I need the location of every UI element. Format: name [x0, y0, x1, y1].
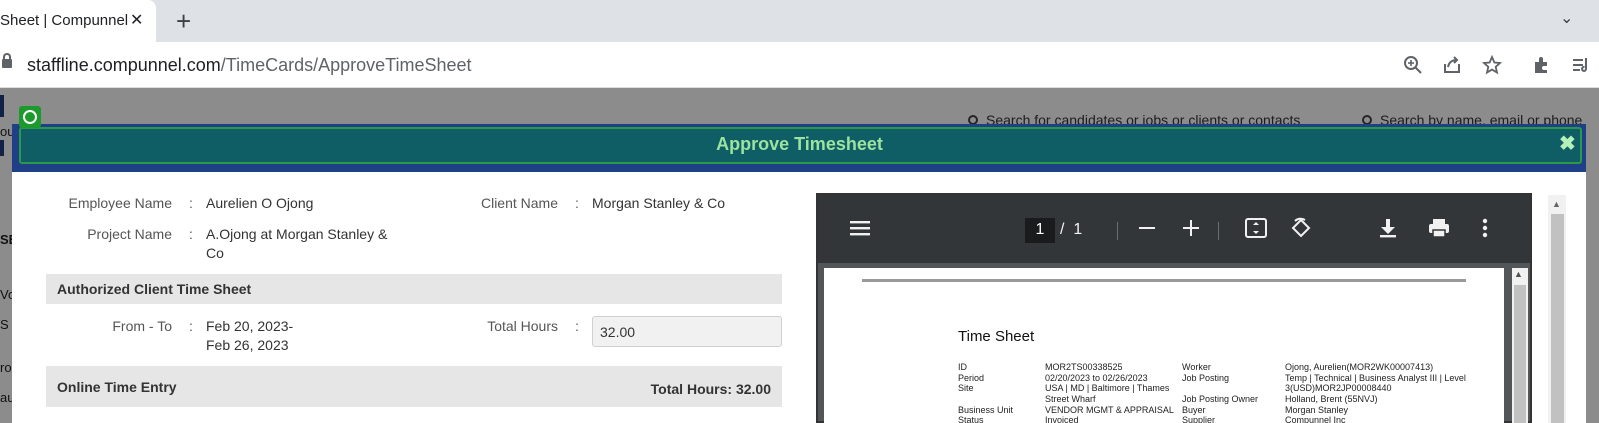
colon: : — [575, 318, 579, 334]
pdf-scrollbar-thumb[interactable] — [1514, 285, 1526, 423]
pdf-row-4-val1: VENDOR MGMT & APPRAISAL — [1045, 405, 1174, 415]
colon: : — [189, 226, 193, 242]
project-name-line1: A.Ojong at Morgan Stanley & — [206, 226, 388, 242]
pdf-row-0-key1: ID — [958, 362, 967, 372]
pdf-row-5-val2: Compunnel Inc — [1285, 415, 1346, 423]
url-host: staffline.compunnel.com — [27, 55, 221, 75]
pdf-row-3-val1: Street Wharf — [1045, 394, 1096, 404]
url-field[interactable]: staffline.compunnel.com/TimeCards/Approv… — [27, 55, 472, 76]
menu-icon[interactable] — [849, 217, 871, 245]
rotate-icon[interactable] — [1289, 217, 1313, 245]
toolbar-divider — [1218, 222, 1219, 240]
zoom-in-icon[interactable] — [1181, 217, 1201, 245]
client-name-value: Morgan Stanley & Co — [592, 195, 726, 211]
pdf-row-1-val1: 02/20/2023 to 02/26/2023 — [1045, 373, 1148, 383]
pdf-row-2-key1: Site — [958, 383, 974, 393]
pdf-doc-title: Time Sheet — [958, 328, 1035, 345]
extensions-icon[interactable] — [1532, 55, 1552, 80]
pdf-row-1-key1: Period — [958, 373, 985, 383]
project-name-line2: Co — [206, 245, 224, 261]
employee-name-value: Aurelien O Ojong — [206, 195, 314, 211]
pdf-row-4-val2: Morgan Stanley — [1285, 405, 1349, 415]
authorized-section-title: Authorized Client Time Sheet — [57, 281, 252, 297]
pdf-row-3-key2: Job Posting Owner — [1182, 394, 1259, 404]
tab-close-icon[interactable]: ✕ — [130, 10, 143, 30]
scroll-up-arrow-icon[interactable]: ▲ — [1514, 269, 1523, 279]
pdf-row-1-key2: Job Posting — [1182, 373, 1230, 383]
new-tab-button[interactable]: + — [176, 6, 191, 37]
media-icon[interactable] — [1571, 55, 1591, 80]
url-path: /TimeCards/ApproveTimeSheet — [220, 55, 472, 75]
pdf-page-total: / 1 — [1060, 221, 1083, 238]
project-name-label: Project Name — [87, 226, 172, 242]
target-badge-icon[interactable] — [19, 106, 41, 128]
pdf-row-5-key1: Status — [958, 415, 984, 423]
pdf-row-4-key2: Buyer — [1182, 405, 1206, 415]
pdf-page-rule — [862, 279, 1466, 282]
pdf-row-0-val1: MOR2TS00338525 — [1045, 362, 1123, 372]
tab-search-chevron-icon[interactable]: ⌄ — [1560, 8, 1573, 28]
pdf-row-2-val2: 3(USD)MOR2JP00008440 — [1285, 383, 1392, 393]
pdf-page — [824, 268, 1504, 423]
zoom-out-icon[interactable] — [1137, 217, 1157, 245]
employee-name-label: Employee Name — [68, 195, 173, 211]
download-icon[interactable] — [1377, 217, 1399, 245]
more-icon[interactable] — [1480, 217, 1490, 245]
total-hours-label: Total Hours — [487, 318, 558, 334]
from-date: Feb 20, 2023- — [206, 318, 294, 334]
print-icon[interactable] — [1427, 217, 1451, 245]
colon: : — [189, 195, 193, 211]
pdf-row-4-key1: Business Unit — [958, 405, 1014, 415]
to-date: Feb 26, 2023 — [206, 337, 289, 353]
from-to-label: From - To — [112, 318, 172, 334]
tab-title: Sheet | Compunnel — [0, 12, 129, 29]
total-hours-input[interactable]: 32.00 — [592, 316, 782, 347]
pdf-page-input[interactable]: 1 — [1025, 218, 1055, 243]
pdf-row-3-val2: Holland, Brent (55NVJ) — [1285, 394, 1378, 404]
share-icon[interactable] — [1442, 55, 1462, 80]
browser-tab[interactable]: Sheet | Compunnel ✕ — [0, 0, 156, 42]
pdf-row-5-val1: Invoiced — [1045, 415, 1079, 423]
lock-icon[interactable] — [2, 53, 12, 68]
fit-page-icon[interactable] — [1244, 217, 1268, 245]
online-total-hours: Total Hours: 32.00 — [650, 381, 771, 397]
modal-title: Approve Timesheet — [716, 134, 883, 154]
client-name-label: Client Name — [480, 195, 558, 211]
toolbar-divider — [1117, 222, 1118, 240]
scroll-up-arrow-icon[interactable]: ▲ — [1552, 199, 1561, 209]
zoom-icon[interactable] — [1403, 55, 1423, 80]
modal-scrollbar-thumb[interactable] — [1551, 214, 1564, 423]
pdf-row-0-val2: Ojong, Aurelien(MOR2WK00007413) — [1285, 362, 1434, 372]
pdf-row-0-key2: Worker — [1182, 362, 1211, 372]
star-icon[interactable] — [1481, 54, 1503, 80]
close-icon[interactable]: ✖ — [1559, 131, 1576, 156]
pdf-row-1-val2: Temp | Technical | Business Analyst III … — [1285, 373, 1466, 383]
pdf-row-5-key2: Supplier — [1182, 415, 1216, 423]
colon: : — [189, 318, 193, 334]
pdf-row-2-val1: USA | MD | Baltimore | Thames — [1045, 383, 1170, 393]
browser-tab-strip — [0, 0, 1599, 42]
colon: : — [575, 195, 579, 211]
pdf-toolbar — [818, 195, 1530, 263]
